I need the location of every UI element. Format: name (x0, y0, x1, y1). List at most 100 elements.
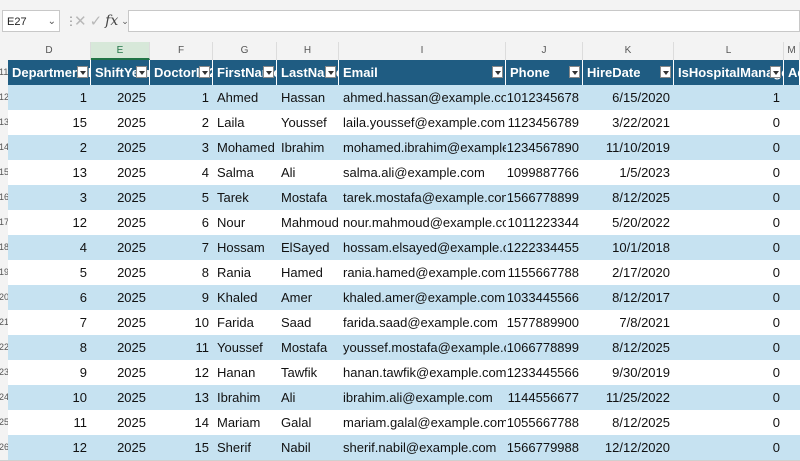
cell-dept[interactable]: 10 (8, 385, 91, 410)
cell-dept[interactable]: 3 (8, 185, 91, 210)
cell-last[interactable]: Hassan (277, 85, 339, 110)
cell-first[interactable]: Mohamed (213, 135, 277, 160)
cell-year[interactable]: 2025 (91, 285, 150, 310)
cell-dept[interactable]: 11 (8, 410, 91, 435)
cell-mgr[interactable]: 0 (674, 435, 784, 460)
cell-year[interactable]: 2025 (91, 410, 150, 435)
cell-year[interactable]: 2025 (91, 210, 150, 235)
filter-dropdown-icon[interactable] (77, 66, 88, 78)
cell-dept[interactable]: 15 (8, 110, 91, 135)
cell-phone[interactable]: 1566778899 (506, 185, 583, 210)
cell-doc[interactable]: 9 (150, 285, 213, 310)
header-cell-phone[interactable]: Phone (506, 60, 583, 85)
cell-first[interactable]: Ahmed (213, 85, 277, 110)
cell-year[interactable]: 2025 (91, 385, 150, 410)
cell-year[interactable]: 2025 (91, 260, 150, 285)
cell-dept[interactable]: 9 (8, 360, 91, 385)
cell-email[interactable]: hanan.tawfik@example.com (339, 360, 506, 385)
column-header-h[interactable]: H (277, 42, 339, 60)
cell-year[interactable]: 2025 (91, 110, 150, 135)
cell-last[interactable]: Nabil (277, 435, 339, 460)
row-number[interactable]: 16 (0, 185, 8, 210)
cell-doc[interactable]: 12 (150, 360, 213, 385)
cell-mgr[interactable]: 0 (674, 310, 784, 335)
cell-year[interactable]: 2025 (91, 185, 150, 210)
cell-email[interactable]: farida.saad@example.com (339, 310, 506, 335)
cell-phone[interactable]: 1011223344 (506, 210, 583, 235)
header-cell-email[interactable]: Email (339, 60, 506, 85)
row-number[interactable]: 18 (0, 235, 8, 260)
cell-last[interactable]: Youssef (277, 110, 339, 135)
cell-doc[interactable]: 8 (150, 260, 213, 285)
cell-doc[interactable]: 6 (150, 210, 213, 235)
cell-mgr[interactable]: 0 (674, 135, 784, 160)
row-number[interactable]: 14 (0, 135, 8, 160)
cell-hire[interactable]: 8/12/2025 (583, 410, 674, 435)
formula-input[interactable] (128, 10, 800, 32)
cell-hire[interactable]: 9/30/2019 (583, 360, 674, 385)
filter-dropdown-icon[interactable] (199, 66, 210, 78)
header-cell-firstname[interactable]: FirstName (213, 60, 277, 85)
column-header-f[interactable]: F (150, 42, 213, 60)
cell-phone[interactable]: 1099887766 (506, 160, 583, 185)
cell-mgr[interactable]: 0 (674, 260, 784, 285)
column-header-j[interactable]: J (506, 42, 583, 60)
row-number[interactable]: 26 (0, 435, 8, 460)
cell-doc[interactable]: 3 (150, 135, 213, 160)
cell-hire[interactable]: 11/25/2022 (583, 385, 674, 410)
cell-year[interactable]: 2025 (91, 85, 150, 110)
cell-hire[interactable]: 2/17/2020 (583, 260, 674, 285)
filter-dropdown-icon[interactable] (325, 66, 336, 78)
cell-first[interactable]: Hanan (213, 360, 277, 385)
cell-hire[interactable]: 8/12/2025 (583, 335, 674, 360)
column-header-l[interactable]: L (674, 42, 784, 60)
cell-phone[interactable]: 1233445566 (506, 360, 583, 385)
cell-doc[interactable]: 10 (150, 310, 213, 335)
cell-year[interactable]: 2025 (91, 160, 150, 185)
row-number[interactable]: 17 (0, 210, 8, 235)
cell-last[interactable]: Ali (277, 160, 339, 185)
cell-first[interactable]: Salma (213, 160, 277, 185)
cell-hire[interactable]: 7/8/2021 (583, 310, 674, 335)
filter-dropdown-icon[interactable] (263, 66, 274, 78)
cell-mgr[interactable]: 0 (674, 335, 784, 360)
cell-email[interactable]: nour.mahmoud@example.com (339, 210, 506, 235)
cell-phone[interactable]: 1012345678 (506, 85, 583, 110)
cell-doc[interactable]: 13 (150, 385, 213, 410)
cell-hire[interactable]: 11/10/2019 (583, 135, 674, 160)
cell-dept[interactable]: 13 (8, 160, 91, 185)
cell-dept[interactable]: 2 (8, 135, 91, 160)
column-header-g[interactable]: G (213, 42, 277, 60)
cell-year[interactable]: 2025 (91, 435, 150, 460)
cell-mgr[interactable]: 0 (674, 160, 784, 185)
cell-dept[interactable]: 4 (8, 235, 91, 260)
cell-doc[interactable]: 14 (150, 410, 213, 435)
cell-hire[interactable]: 8/12/2025 (583, 185, 674, 210)
cell-last[interactable]: Amer (277, 285, 339, 310)
header-cell-ishospitalmanager[interactable]: IsHospitalManager (674, 60, 784, 85)
enter-icon[interactable]: ✓ (90, 12, 103, 30)
cell-year[interactable]: 2025 (91, 235, 150, 260)
cell-first[interactable]: Farida (213, 310, 277, 335)
row-number[interactable]: 19 (0, 260, 8, 285)
cell-phone[interactable]: 1234567890 (506, 135, 583, 160)
cell-email[interactable]: rania.hamed@example.com (339, 260, 506, 285)
cell-mgr[interactable]: 0 (674, 385, 784, 410)
row-number[interactable]: 12 (0, 85, 8, 110)
filter-dropdown-icon[interactable] (660, 66, 671, 78)
cell-phone[interactable]: 1144556677 (506, 385, 583, 410)
cell-dept[interactable]: 5 (8, 260, 91, 285)
cell-mgr[interactable]: 1 (674, 85, 784, 110)
cell-last[interactable]: Ibrahim (277, 135, 339, 160)
row-number[interactable]: 23 (0, 360, 8, 385)
cell-email[interactable]: youssef.mostafa@example.com (339, 335, 506, 360)
header-cell-doctorid2[interactable]: DoctorID2 (150, 60, 213, 85)
cell-phone[interactable]: 1155667788 (506, 260, 583, 285)
cell-last[interactable]: Mostafa (277, 185, 339, 210)
cell-first[interactable]: Rania (213, 260, 277, 285)
cell-first[interactable]: Hossam (213, 235, 277, 260)
row-number[interactable]: 24 (0, 385, 8, 410)
cell-email[interactable]: khaled.amer@example.com (339, 285, 506, 310)
row-number[interactable]: 11 (0, 60, 8, 85)
header-cell-hiredate[interactable]: HireDate (583, 60, 674, 85)
